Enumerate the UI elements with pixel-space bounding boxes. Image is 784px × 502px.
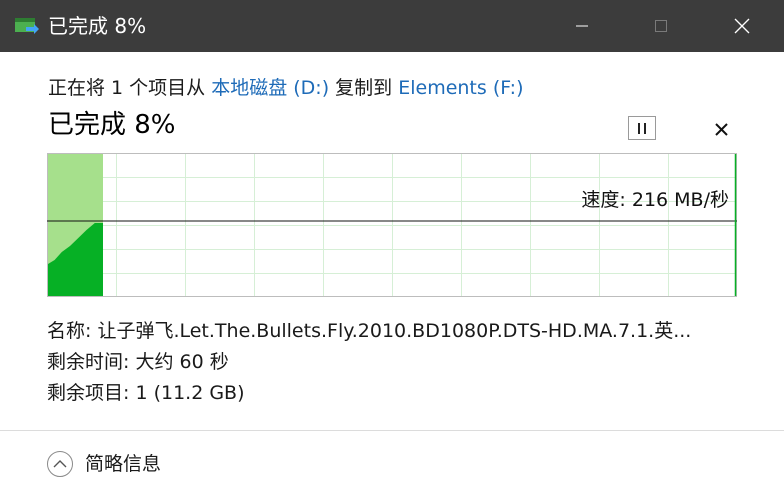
dialog-footer: 简略信息 xyxy=(0,431,784,502)
cancel-icon xyxy=(714,122,728,136)
maximize-icon xyxy=(655,20,667,32)
time-remaining-label: 剩余时间: xyxy=(47,351,130,373)
fewer-details-toggle[interactable]: 简略信息 xyxy=(47,451,161,477)
close-window-button[interactable] xyxy=(716,0,768,52)
destination-link[interactable]: Elements (F:) xyxy=(398,77,523,99)
source-link[interactable]: 本地磁盘 (D:) xyxy=(211,77,329,99)
copy-progress-dialog: 已完成 8% 正在将 1 个项目从 本地磁盘 (D:) 复制到 Elements… xyxy=(0,0,784,502)
cancel-button[interactable] xyxy=(710,118,732,140)
pause-button[interactable] xyxy=(628,116,656,140)
name-label: 名称: xyxy=(47,320,92,342)
time-remaining-value: 大约 60 秒 xyxy=(135,351,229,373)
title-bar[interactable]: 已完成 8% xyxy=(0,0,784,52)
minimize-icon xyxy=(576,25,588,27)
items-remaining-value: 1 (11.2 GB) xyxy=(135,382,245,404)
close-icon xyxy=(734,18,750,34)
progress-heading: 已完成 8% xyxy=(48,110,176,140)
maximize-button xyxy=(635,0,687,52)
items-remaining-label: 剩余项目: xyxy=(47,382,130,404)
copy-app-icon xyxy=(15,18,39,34)
speed-graph-canvas xyxy=(47,153,737,297)
chevron-up-icon xyxy=(47,451,73,477)
copy-middle-text: 复制到 xyxy=(329,77,399,99)
detail-items-row: 剩余项目: 1 (11.2 GB) xyxy=(47,378,691,409)
name-value: 让子弹飞.Let.The.Bullets.Fly.2010.BD1080P.DT… xyxy=(97,320,692,342)
minimize-button[interactable] xyxy=(556,0,608,52)
transfer-details: 名称: 让子弹飞.Let.The.Bullets.Fly.2010.BD1080… xyxy=(47,316,691,409)
copy-prefix-text: 正在将 1 个项目从 xyxy=(48,77,212,99)
transfer-speed-graph: 速度: 216 MB/秒 xyxy=(47,153,737,297)
detail-time-row: 剩余时间: 大约 60 秒 xyxy=(47,347,691,378)
window-title: 已完成 8% xyxy=(48,14,147,38)
copy-description: 正在将 1 个项目从 本地磁盘 (D:) 复制到 Elements (F:) xyxy=(48,76,524,100)
speed-readout: 速度: 216 MB/秒 xyxy=(581,189,729,211)
fewer-details-label: 简略信息 xyxy=(85,453,162,475)
detail-name-row: 名称: 让子弹飞.Let.The.Bullets.Fly.2010.BD1080… xyxy=(47,316,691,347)
pause-icon xyxy=(636,122,648,134)
